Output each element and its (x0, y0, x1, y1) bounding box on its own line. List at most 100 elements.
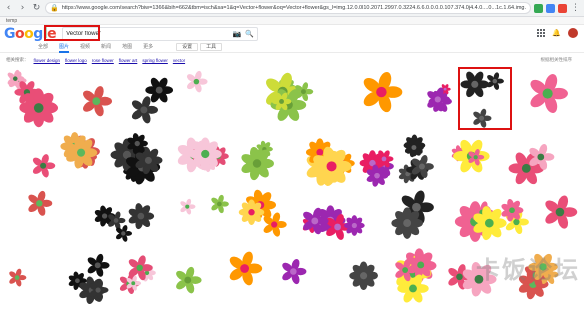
reload-icon[interactable]: ↻ (31, 3, 42, 14)
image-result-thumbnail[interactable] (58, 132, 110, 187)
flower-illustration (427, 84, 452, 112)
flower-illustration (176, 266, 202, 294)
tab-all[interactable]: 全部 (38, 42, 48, 53)
tools-button[interactable]: 工具 (200, 43, 223, 51)
address-bar[interactable]: 🔒 https://www.google.com/search?biw=1366… (45, 2, 531, 14)
image-result-thumbnail[interactable] (4, 132, 56, 187)
tab-maps[interactable]: 地图 (122, 42, 132, 53)
avatar[interactable] (568, 28, 578, 38)
image-result-thumbnail[interactable] (290, 189, 385, 246)
image-result-thumbnail[interactable] (165, 189, 197, 246)
image-result-thumbnail[interactable] (84, 189, 164, 246)
flower-illustration (60, 132, 100, 169)
image-result-thumbnail[interactable] (110, 132, 166, 187)
image-result-thumbnail[interactable] (443, 132, 495, 187)
image-result-thumbnail[interactable] (330, 67, 418, 130)
flower-illustration (508, 143, 555, 185)
back-icon[interactable]: ‹ (3, 3, 14, 14)
flower-illustration (395, 248, 437, 303)
image-result-thumbnail[interactable] (384, 248, 444, 305)
flower-illustration (7, 69, 59, 128)
related-chip[interactable]: spring flower (142, 58, 168, 63)
sort-label[interactable]: 根据相关性排序 (541, 57, 573, 63)
flower-illustration (363, 72, 403, 113)
settings-button[interactable]: 设置 (176, 43, 199, 51)
highlighted-image-result[interactable] (458, 67, 512, 130)
flower-illustration (282, 258, 307, 285)
image-result-thumbnail[interactable] (4, 67, 60, 130)
forward-icon[interactable]: › (17, 3, 28, 14)
flower-illustration (454, 198, 529, 242)
image-results-grid: 卡饭论坛 (0, 67, 584, 305)
related-chip[interactable]: flower art (119, 58, 138, 63)
extension-icon[interactable] (558, 3, 567, 13)
related-chip[interactable]: flower logo (65, 58, 87, 63)
image-result-thumbnail[interactable] (532, 189, 582, 246)
image-result-thumbnail[interactable] (158, 248, 220, 305)
browser-toolbar: ‹ › ↻ 🔒 https://www.google.com/search?bi… (0, 0, 584, 17)
image-result-thumbnail[interactable] (387, 189, 437, 246)
flower-illustration (530, 74, 568, 114)
flower-illustration (110, 133, 163, 185)
flower-illustration (359, 150, 394, 187)
flower-illustration (448, 262, 497, 297)
related-chip[interactable]: vector (173, 58, 185, 63)
image-result-thumbnail[interactable] (129, 67, 176, 130)
flower-illustration (32, 154, 56, 178)
tab-images[interactable]: 图片 (59, 42, 70, 53)
image-result-thumbnail[interactable] (497, 132, 580, 187)
image-result-thumbnail[interactable] (506, 248, 582, 305)
flower-illustration (349, 261, 378, 291)
flower-illustration (398, 134, 434, 184)
highlight-query (44, 25, 100, 41)
image-result-thumbnail[interactable] (280, 248, 340, 305)
image-result-thumbnail[interactable] (66, 248, 116, 305)
flower-illustration (94, 203, 155, 242)
flower-illustration (28, 190, 53, 216)
image-result-thumbnail[interactable] (299, 132, 357, 187)
related-label: 相关搜索： (6, 57, 29, 62)
image-result-thumbnail[interactable] (359, 132, 396, 187)
tab-more[interactable]: 更多 (143, 42, 153, 53)
image-result-thumbnail[interactable] (420, 67, 456, 130)
related-searches: 相关搜索： flower design flower logo rose flo… (0, 53, 584, 67)
related-chip[interactable]: flower design (34, 58, 61, 63)
apps-grid-icon[interactable] (537, 29, 546, 37)
image-result-thumbnail[interactable] (62, 67, 127, 130)
flower-illustration (391, 190, 434, 239)
image-result-thumbnail[interactable] (4, 189, 82, 246)
camera-icon[interactable]: 📷 (233, 30, 242, 38)
image-result-thumbnail[interactable] (446, 248, 504, 305)
image-result-thumbnail[interactable] (222, 248, 278, 305)
tab-news[interactable]: 新闻 (101, 42, 111, 53)
flower-illustration (451, 139, 490, 173)
image-result-thumbnail[interactable] (240, 132, 297, 187)
extension-icon[interactable] (534, 3, 543, 13)
image-result-thumbnail[interactable] (178, 67, 238, 130)
extension-icon[interactable] (546, 3, 555, 13)
flower-illustration (83, 86, 113, 117)
image-result-thumbnail[interactable] (240, 67, 328, 130)
image-result-thumbnail[interactable] (440, 189, 530, 246)
image-result-thumbnail[interactable] (398, 132, 442, 187)
flower-illustration (119, 255, 156, 295)
image-result-thumbnail[interactable] (230, 189, 288, 246)
search-icon[interactable]: 🔍 (245, 30, 254, 38)
related-chip[interactable]: rose flower (92, 58, 114, 63)
image-result-thumbnail[interactable] (342, 248, 382, 305)
image-result-thumbnail[interactable] (514, 67, 580, 130)
image-result-thumbnail[interactable] (199, 189, 229, 246)
notifications-icon[interactable]: 🔔 (552, 29, 561, 37)
flower-illustration (241, 140, 274, 181)
image-result-thumbnail[interactable] (167, 132, 237, 187)
flower-illustration (518, 253, 559, 300)
menu-icon[interactable]: ⋮ (570, 3, 581, 14)
flower-illustration (266, 72, 314, 121)
bookmark-item[interactable]: temp (6, 18, 17, 24)
bookmarks-bar: temp (0, 17, 584, 25)
tab-videos[interactable]: 视频 (80, 42, 90, 53)
image-result-thumbnail[interactable] (4, 248, 64, 305)
flower-illustration (131, 77, 174, 124)
image-result-thumbnail[interactable] (118, 248, 156, 305)
url-text: https://www.google.com/search?biw=1366&b… (61, 5, 526, 11)
